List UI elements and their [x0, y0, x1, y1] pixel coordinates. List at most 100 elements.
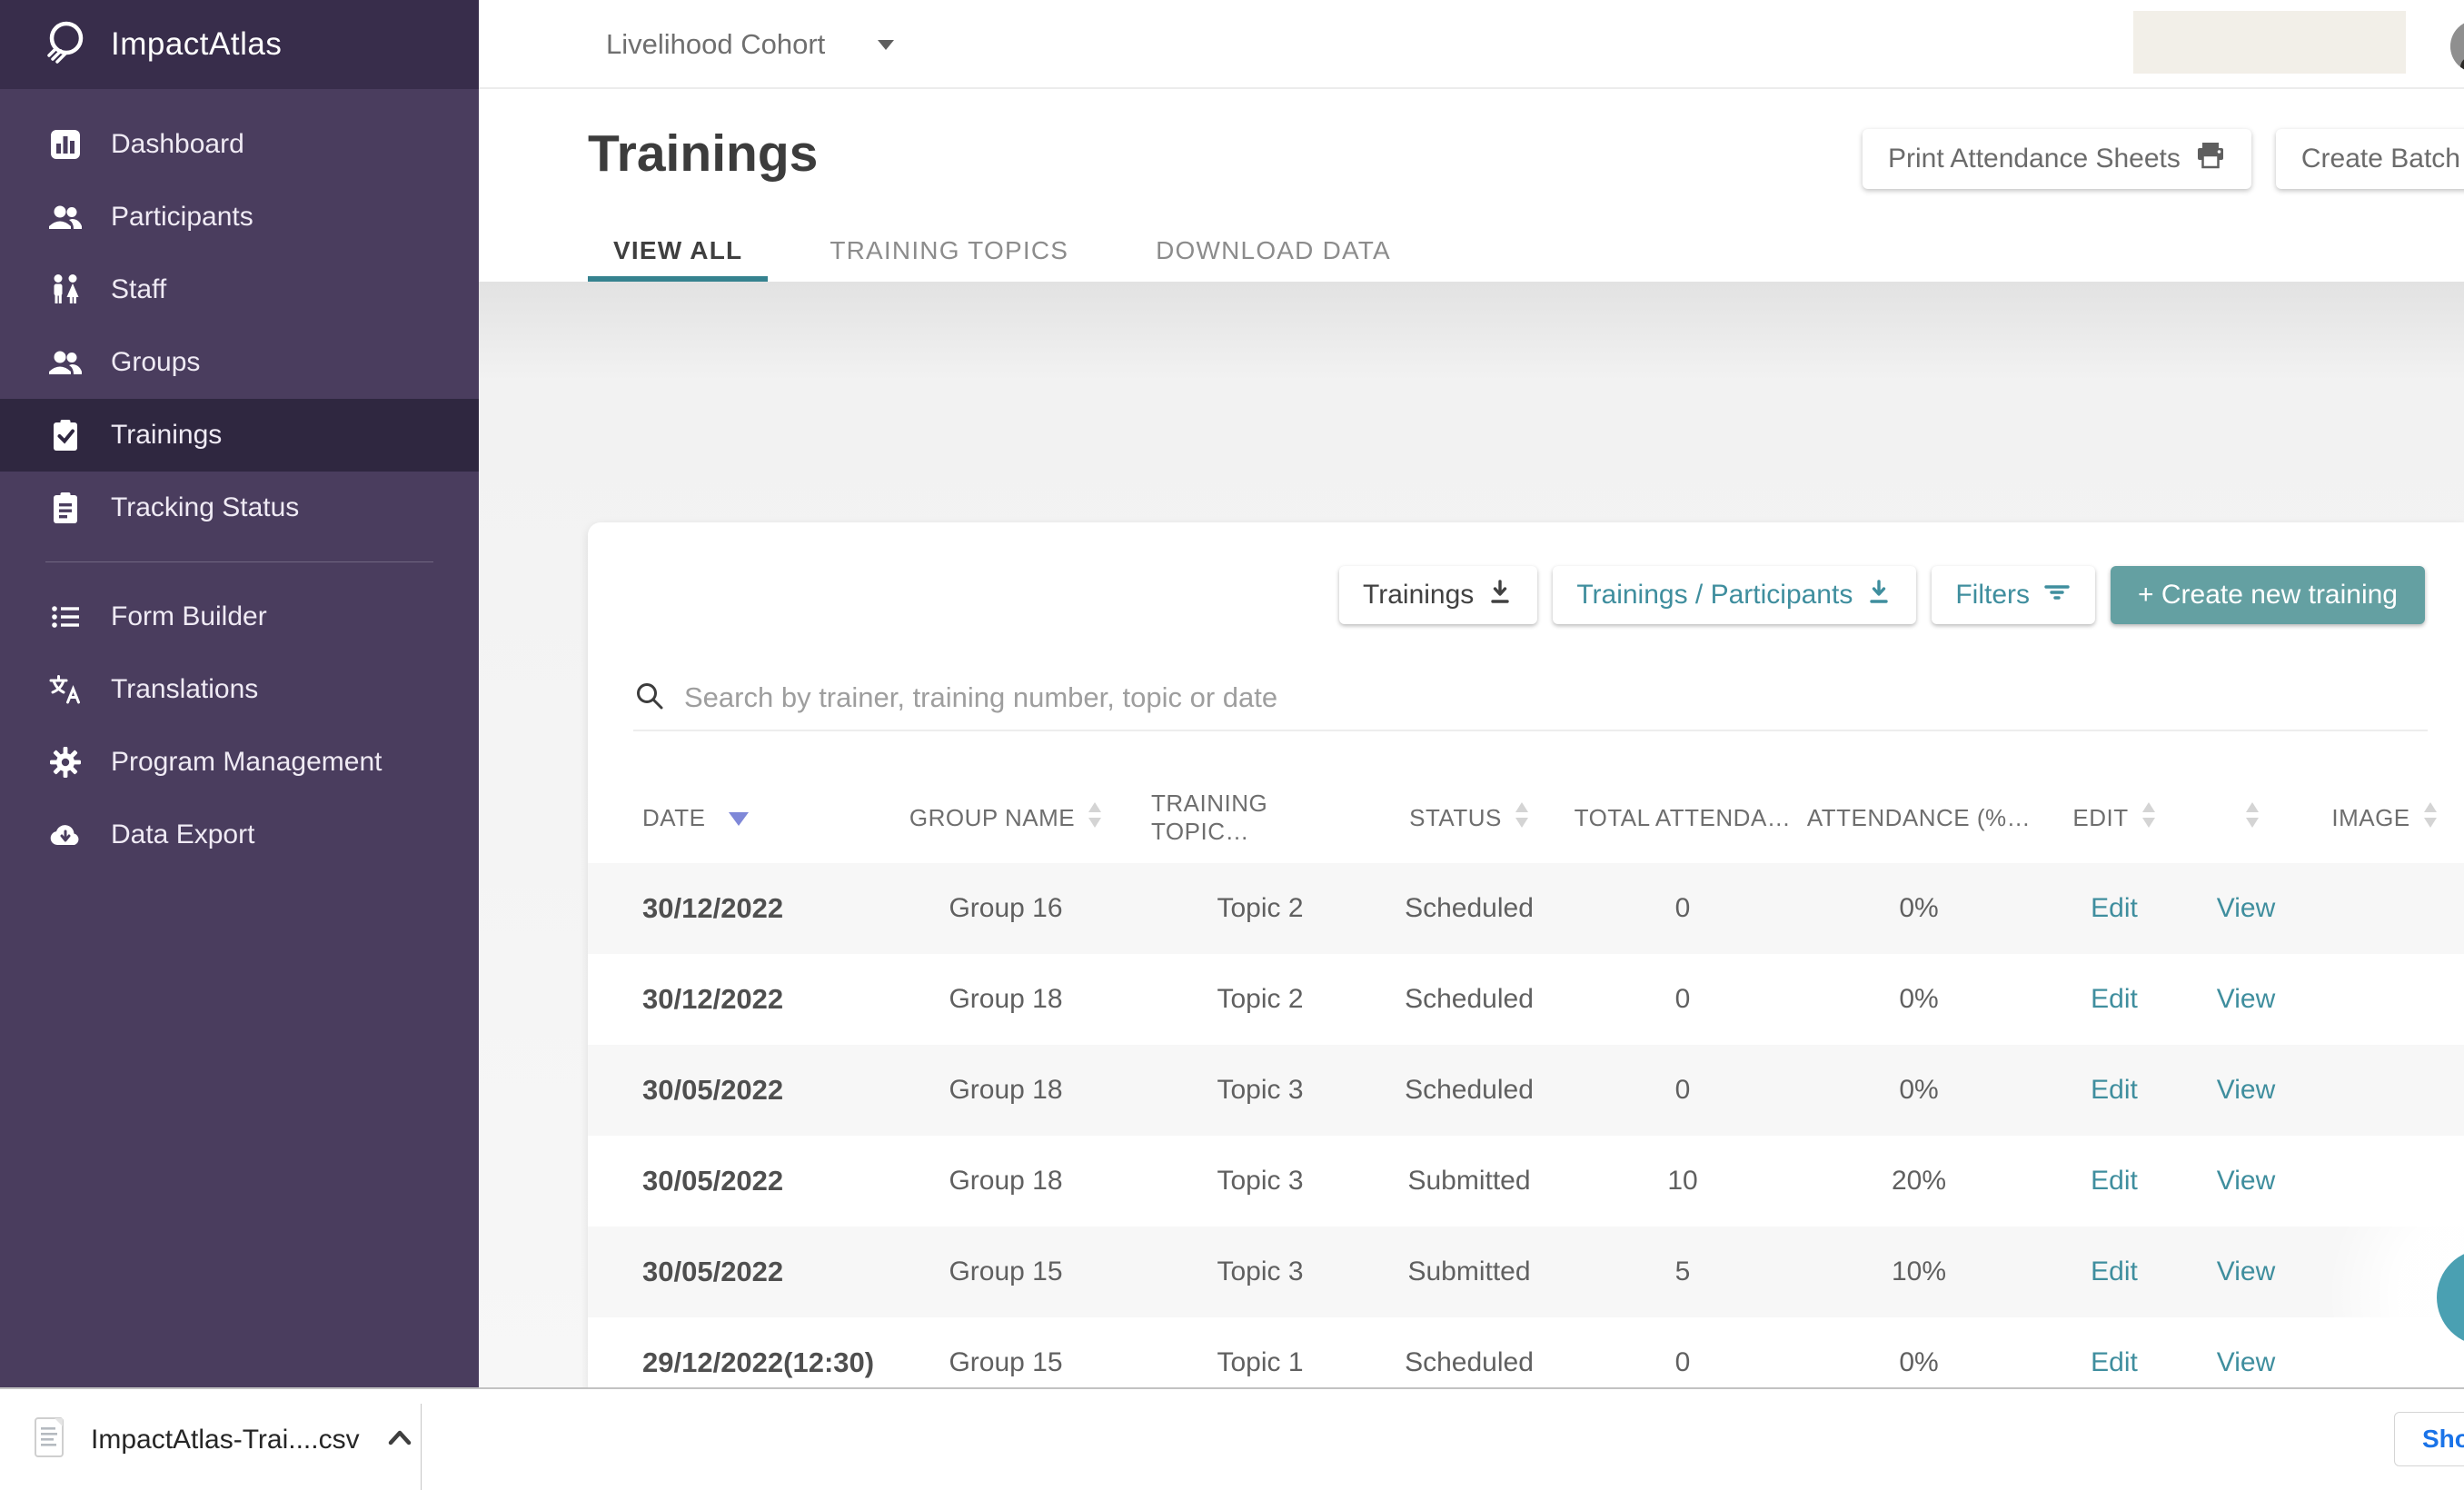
topic-cell: Topic 2: [1217, 984, 1304, 1014]
download-trainings-label: Trainings: [1363, 580, 1475, 610]
sidebar-item-label: Trainings: [111, 420, 223, 450]
tab-training-topics[interactable]: TRAINING TOPICS: [804, 220, 1094, 282]
create-batch-label: Create Batch +: [2300, 144, 2464, 174]
sidebar-item-program-management[interactable]: Program Management: [0, 726, 479, 799]
tab-view-all[interactable]: VIEW ALL: [588, 220, 769, 282]
edit-link[interactable]: Edit: [2042, 1347, 2187, 1378]
sort-icon: [1088, 801, 1102, 835]
column-header-total-attendance[interactable]: TOTAL ATTENDA…: [1569, 804, 1796, 832]
status-cell: Scheduled: [1405, 1075, 1534, 1105]
table-row: 30/12/2022 Group 16 Topic 2 Scheduled 0 …: [588, 863, 2464, 954]
print-attendance-sheets-button[interactable]: Print Attendance Sheets: [1863, 129, 2251, 189]
view-link[interactable]: View: [2187, 1166, 2305, 1197]
date-cell: 30/05/2022: [642, 1165, 784, 1197]
date-cell: 29/12/2022(12:30): [642, 1346, 875, 1378]
edit-link[interactable]: Edit: [2042, 893, 2187, 924]
edit-link[interactable]: Edit: [2042, 984, 2187, 1015]
page-actions: Print Attendance Sheets Create Batch +: [1863, 129, 2464, 189]
sidebar-item-label: Data Export: [111, 820, 255, 849]
list-icon: [47, 599, 84, 635]
filters-label: Filters: [1955, 580, 2030, 610]
date-cell: 30/12/2022: [642, 892, 784, 924]
edit-link[interactable]: Edit: [2042, 1075, 2187, 1106]
view-link[interactable]: View: [2187, 1257, 2305, 1287]
tab-download-data[interactable]: DOWNLOAD DATA: [1130, 220, 1416, 282]
group-cell: Group 15: [949, 1257, 1063, 1286]
sidebar-item-label: Staff: [111, 274, 167, 304]
csv-file-icon: [33, 1416, 67, 1464]
view-link[interactable]: View: [2187, 1075, 2305, 1106]
sidebar-item-tracking-status[interactable]: Tracking Status: [0, 472, 479, 544]
column-header-edit[interactable]: EDIT: [2042, 801, 2187, 835]
view-link[interactable]: View: [2187, 984, 2305, 1015]
sort-icon: [1515, 801, 1529, 835]
sidebar: ImpactAtlas Dashboard Participants Staff: [0, 0, 479, 1387]
download-icon: [1865, 578, 1893, 612]
search-bar: [633, 666, 2428, 731]
attendance-pct-cell: 0%: [1899, 893, 1939, 923]
column-header-image[interactable]: IMAGE: [2305, 801, 2464, 835]
column-header-group-name[interactable]: GROUP NAME: [860, 801, 1151, 835]
downloaded-file-chip[interactable]: ImpactAtlas-Trai....csv: [33, 1389, 416, 1490]
column-header-date[interactable]: DATE: [588, 804, 860, 832]
content-background: Trainings Trainings / Participants Filte…: [479, 282, 2464, 1387]
column-header-view[interactable]: [2187, 801, 2305, 835]
status-cell: Scheduled: [1405, 984, 1534, 1014]
attendance-pct-cell: 10%: [1891, 1257, 1947, 1286]
sidebar-item-form-builder[interactable]: Form Builder: [0, 581, 479, 653]
total-attendance-cell: 0: [1674, 984, 1691, 1014]
topic-cell: Topic 2: [1217, 893, 1304, 923]
downloads-bar-divider: [421, 1404, 422, 1490]
sidebar-item-trainings[interactable]: Trainings: [0, 399, 479, 472]
topic-cell: Topic 3: [1217, 1257, 1304, 1286]
filters-button[interactable]: Filters: [1932, 566, 2095, 624]
sidebar-item-data-export[interactable]: Data Export: [0, 799, 479, 871]
total-attendance-cell: 0: [1674, 1347, 1691, 1377]
view-link[interactable]: View: [2187, 1347, 2305, 1378]
date-cell: 30/05/2022: [642, 1074, 784, 1106]
column-header-attendance-pct[interactable]: ATTENDANCE (%…: [1796, 804, 2042, 832]
status-cell: Submitted: [1407, 1257, 1531, 1286]
sidebar-item-label: Dashboard: [111, 129, 244, 159]
brand-name: ImpactAtlas: [111, 26, 283, 62]
downloads-bar: ImpactAtlas-Trai....csv Sho: [0, 1387, 2464, 1490]
download-trainings-participants-button[interactable]: Trainings / Participants: [1553, 566, 1917, 624]
edit-link[interactable]: Edit: [2042, 1166, 2187, 1197]
sidebar-item-staff[interactable]: Staff: [0, 253, 479, 326]
chevron-up-icon[interactable]: [383, 1423, 416, 1456]
date-cell: 30/12/2022: [642, 983, 784, 1015]
column-header-training-topic[interactable]: TRAINING TOPIC…: [1151, 790, 1369, 846]
show-all-downloads-button[interactable]: Sho: [2394, 1412, 2464, 1466]
sidebar-item-label: Participants: [111, 202, 253, 232]
status-cell: Submitted: [1407, 1166, 1531, 1196]
gear-icon: [47, 744, 84, 780]
cohort-selector[interactable]: Livelihood Cohort: [606, 0, 895, 87]
topic-cell: Topic 3: [1217, 1166, 1304, 1196]
group-cell: Group 18: [949, 984, 1063, 1014]
view-link[interactable]: View: [2187, 893, 2305, 924]
table-row: 29/12/2022(12:30) Group 15 Topic 1 Sched…: [588, 1317, 2464, 1387]
sidebar-item-participants[interactable]: Participants: [0, 181, 479, 253]
sidebar-item-dashboard[interactable]: Dashboard: [0, 108, 479, 181]
attendance-pct-cell: 0%: [1899, 1347, 1939, 1377]
download-trainings-button[interactable]: Trainings: [1339, 566, 1538, 624]
edit-link[interactable]: Edit: [2042, 1257, 2187, 1287]
sidebar-item-groups[interactable]: Groups: [0, 326, 479, 399]
sidebar-nav: Dashboard Participants Staff Groups Trai…: [0, 89, 479, 871]
attendance-pct-cell: 20%: [1891, 1166, 1947, 1196]
trainings-card: Trainings Trainings / Participants Filte…: [588, 522, 2464, 1387]
create-batch-button[interactable]: Create Batch +: [2275, 129, 2464, 189]
search-input[interactable]: [684, 681, 2428, 714]
user-avatar[interactable]: [2450, 20, 2464, 73]
sort-icon: [2245, 801, 2260, 835]
bar-chart-icon: [47, 126, 84, 163]
print-button-label: Print Attendance Sheets: [1888, 144, 2181, 174]
sidebar-item-label: Groups: [111, 347, 201, 377]
total-attendance-cell: 5: [1674, 1257, 1691, 1286]
people-icon: [47, 344, 84, 381]
translate-icon: [47, 671, 84, 708]
create-new-training-button[interactable]: + Create new training: [2111, 566, 2425, 624]
column-header-status[interactable]: STATUS: [1369, 801, 1569, 835]
table-row: 30/05/2022 Group 18 Topic 3 Scheduled 0 …: [588, 1045, 2464, 1136]
sidebar-item-translations[interactable]: Translations: [0, 653, 479, 726]
